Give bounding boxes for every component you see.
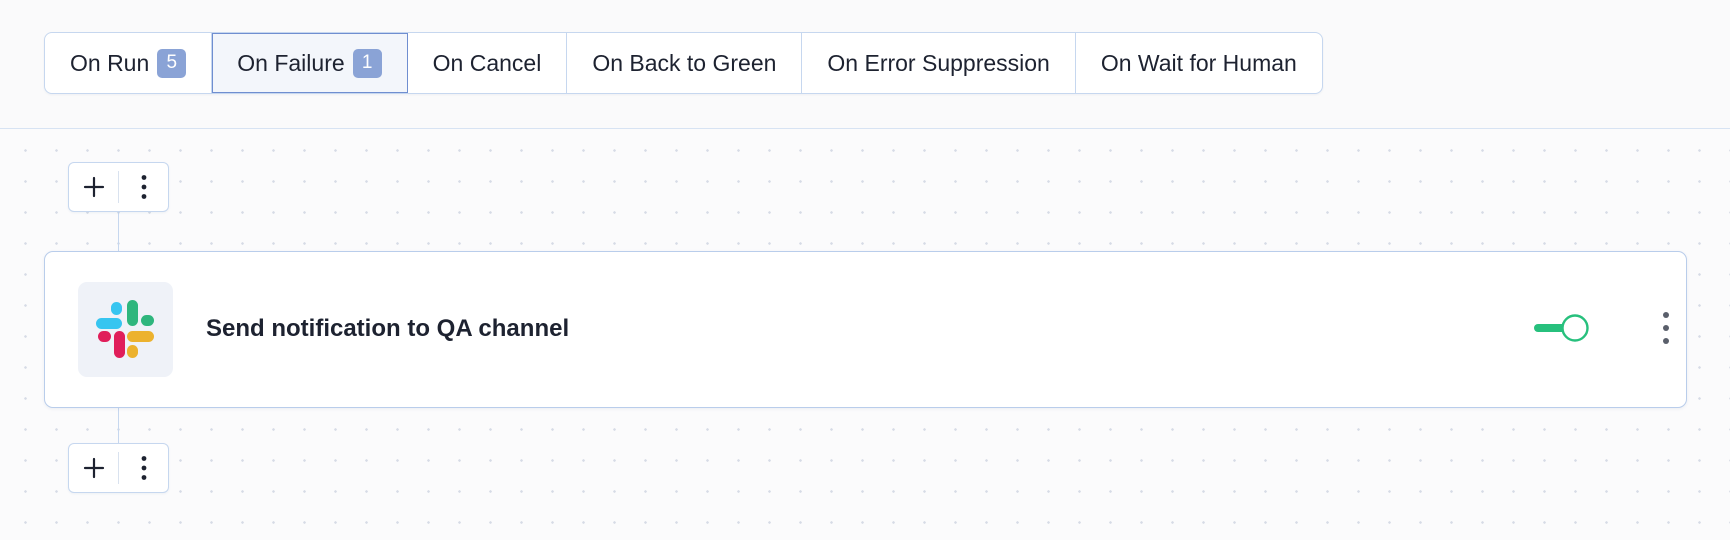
- tab-on-error-suppression[interactable]: On Error Suppression: [802, 33, 1076, 93]
- count-badge: 5: [157, 48, 187, 78]
- insert-toolbar-bottom: [68, 443, 169, 493]
- tab-label: On Wait for Human: [1100, 49, 1297, 76]
- connector-line: [118, 408, 119, 444]
- tab-label: On Failure: [237, 49, 345, 76]
- action-title: Send notification to QA channel: [206, 315, 570, 342]
- toggle-switch-icon: [1534, 314, 1589, 342]
- tab-on-cancel[interactable]: On Cancel: [407, 33, 568, 93]
- plus-icon: [83, 457, 104, 479]
- plus-icon: [83, 176, 104, 198]
- connector-line: [118, 212, 119, 252]
- add-step-button[interactable]: [69, 444, 118, 492]
- tab-label: On Error Suppression: [827, 49, 1050, 76]
- insert-toolbar-top: [68, 162, 169, 212]
- trigger-header: On Run 5 On Failure 1 On Cancel On Back …: [0, 0, 1730, 129]
- tab-label: On Run: [70, 49, 150, 76]
- tab-label: On Cancel: [432, 49, 542, 76]
- count-badge: 1: [352, 48, 382, 78]
- step-options-button[interactable]: [119, 444, 168, 492]
- trigger-tabs: On Run 5 On Failure 1 On Cancel On Back …: [44, 32, 1323, 94]
- more-vertical-icon: [141, 456, 146, 480]
- tab-on-run[interactable]: On Run 5: [45, 33, 213, 93]
- more-vertical-icon: [1663, 312, 1669, 344]
- slack-logo-icon: [95, 299, 154, 358]
- action-card[interactable]: Send notification to QA channel: [44, 251, 1687, 408]
- integration-logo-tile: [78, 282, 173, 377]
- tab-label: On Back to Green: [592, 49, 777, 76]
- tab-on-failure[interactable]: On Failure 1: [212, 33, 408, 93]
- add-step-button[interactable]: [69, 163, 118, 211]
- step-options-button[interactable]: [119, 163, 168, 211]
- tab-on-wait-for-human[interactable]: On Wait for Human: [1075, 33, 1322, 93]
- tab-on-back-to-green[interactable]: On Back to Green: [567, 33, 803, 93]
- enabled-toggle[interactable]: [1533, 313, 1591, 343]
- more-vertical-icon: [141, 175, 146, 199]
- card-options-button[interactable]: [1651, 307, 1681, 349]
